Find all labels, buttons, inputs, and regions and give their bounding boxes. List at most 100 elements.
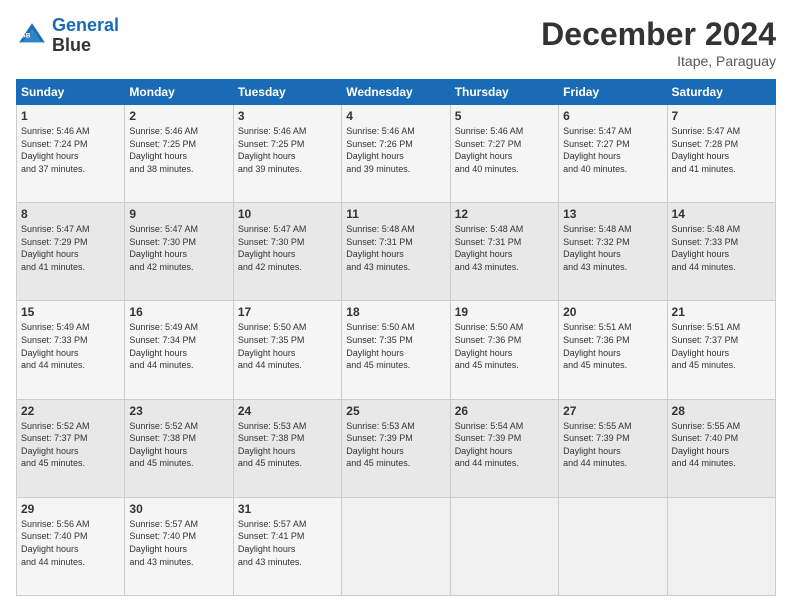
calendar-cell: 17 Sunrise: 5:50 AM Sunset: 7:35 PM Dayl… [233, 301, 341, 399]
calendar-cell: 13 Sunrise: 5:48 AM Sunset: 7:32 PM Dayl… [559, 203, 667, 301]
calendar-cell [450, 497, 558, 595]
calendar-cell: 11 Sunrise: 5:48 AM Sunset: 7:31 PM Dayl… [342, 203, 450, 301]
day-info: Sunrise: 5:48 AM Sunset: 7:32 PM Dayligh… [563, 223, 662, 273]
calendar-cell: 21 Sunrise: 5:51 AM Sunset: 7:37 PM Dayl… [667, 301, 775, 399]
calendar-cell: 12 Sunrise: 5:48 AM Sunset: 7:31 PM Dayl… [450, 203, 558, 301]
day-number: 8 [21, 207, 120, 221]
day-number: 21 [672, 305, 771, 319]
calendar-cell: 27 Sunrise: 5:55 AM Sunset: 7:39 PM Dayl… [559, 399, 667, 497]
day-info: Sunrise: 5:47 AM Sunset: 7:29 PM Dayligh… [21, 223, 120, 273]
logo-line2: Blue [52, 36, 119, 56]
day-info: Sunrise: 5:46 AM Sunset: 7:24 PM Dayligh… [21, 125, 120, 175]
calendar-cell: 23 Sunrise: 5:52 AM Sunset: 7:38 PM Dayl… [125, 399, 233, 497]
day-info: Sunrise: 5:57 AM Sunset: 7:40 PM Dayligh… [129, 518, 228, 568]
logo: GB General Blue [16, 16, 119, 56]
calendar-cell: 8 Sunrise: 5:47 AM Sunset: 7:29 PM Dayli… [17, 203, 125, 301]
calendar-week-4: 22 Sunrise: 5:52 AM Sunset: 7:37 PM Dayl… [17, 399, 776, 497]
day-number: 6 [563, 109, 662, 123]
day-info: Sunrise: 5:55 AM Sunset: 7:39 PM Dayligh… [563, 420, 662, 470]
day-number: 25 [346, 404, 445, 418]
day-number: 18 [346, 305, 445, 319]
calendar-cell: 16 Sunrise: 5:49 AM Sunset: 7:34 PM Dayl… [125, 301, 233, 399]
logo-line1: General [52, 15, 119, 35]
calendar-cell: 6 Sunrise: 5:47 AM Sunset: 7:27 PM Dayli… [559, 105, 667, 203]
day-number: 26 [455, 404, 554, 418]
calendar-cell: 19 Sunrise: 5:50 AM Sunset: 7:36 PM Dayl… [450, 301, 558, 399]
day-info: Sunrise: 5:48 AM Sunset: 7:31 PM Dayligh… [455, 223, 554, 273]
calendar-cell: 4 Sunrise: 5:46 AM Sunset: 7:26 PM Dayli… [342, 105, 450, 203]
day-info: Sunrise: 5:54 AM Sunset: 7:39 PM Dayligh… [455, 420, 554, 470]
col-wednesday: Wednesday [342, 80, 450, 105]
day-number: 14 [672, 207, 771, 221]
calendar-body: 1 Sunrise: 5:46 AM Sunset: 7:24 PM Dayli… [17, 105, 776, 596]
calendar-week-5: 29 Sunrise: 5:56 AM Sunset: 7:40 PM Dayl… [17, 497, 776, 595]
calendar-header: Sunday Monday Tuesday Wednesday Thursday… [17, 80, 776, 105]
day-info: Sunrise: 5:50 AM Sunset: 7:36 PM Dayligh… [455, 321, 554, 371]
day-info: Sunrise: 5:55 AM Sunset: 7:40 PM Dayligh… [672, 420, 771, 470]
col-tuesday: Tuesday [233, 80, 341, 105]
location: Itape, Paraguay [541, 53, 776, 69]
day-number: 7 [672, 109, 771, 123]
day-info: Sunrise: 5:53 AM Sunset: 7:39 PM Dayligh… [346, 420, 445, 470]
calendar-cell: 24 Sunrise: 5:53 AM Sunset: 7:38 PM Dayl… [233, 399, 341, 497]
day-info: Sunrise: 5:48 AM Sunset: 7:33 PM Dayligh… [672, 223, 771, 273]
calendar-cell: 26 Sunrise: 5:54 AM Sunset: 7:39 PM Dayl… [450, 399, 558, 497]
day-number: 29 [21, 502, 120, 516]
calendar-cell: 3 Sunrise: 5:46 AM Sunset: 7:25 PM Dayli… [233, 105, 341, 203]
day-number: 12 [455, 207, 554, 221]
day-info: Sunrise: 5:47 AM Sunset: 7:28 PM Dayligh… [672, 125, 771, 175]
calendar-cell [667, 497, 775, 595]
calendar-cell: 29 Sunrise: 5:56 AM Sunset: 7:40 PM Dayl… [17, 497, 125, 595]
day-number: 23 [129, 404, 228, 418]
day-info: Sunrise: 5:57 AM Sunset: 7:41 PM Dayligh… [238, 518, 337, 568]
month-title: December 2024 [541, 16, 776, 53]
col-friday: Friday [559, 80, 667, 105]
day-info: Sunrise: 5:50 AM Sunset: 7:35 PM Dayligh… [238, 321, 337, 371]
page: GB General Blue December 2024 Itape, Par… [0, 0, 792, 612]
col-sunday: Sunday [17, 80, 125, 105]
day-number: 27 [563, 404, 662, 418]
day-number: 13 [563, 207, 662, 221]
calendar-week-2: 8 Sunrise: 5:47 AM Sunset: 7:29 PM Dayli… [17, 203, 776, 301]
day-number: 24 [238, 404, 337, 418]
day-info: Sunrise: 5:46 AM Sunset: 7:25 PM Dayligh… [238, 125, 337, 175]
calendar-cell: 1 Sunrise: 5:46 AM Sunset: 7:24 PM Dayli… [17, 105, 125, 203]
calendar-cell: 2 Sunrise: 5:46 AM Sunset: 7:25 PM Dayli… [125, 105, 233, 203]
day-info: Sunrise: 5:53 AM Sunset: 7:38 PM Dayligh… [238, 420, 337, 470]
day-number: 11 [346, 207, 445, 221]
calendar-cell [342, 497, 450, 595]
day-info: Sunrise: 5:47 AM Sunset: 7:27 PM Dayligh… [563, 125, 662, 175]
calendar-week-1: 1 Sunrise: 5:46 AM Sunset: 7:24 PM Dayli… [17, 105, 776, 203]
calendar: Sunday Monday Tuesday Wednesday Thursday… [16, 79, 776, 596]
day-number: 15 [21, 305, 120, 319]
calendar-week-3: 15 Sunrise: 5:49 AM Sunset: 7:33 PM Dayl… [17, 301, 776, 399]
day-number: 10 [238, 207, 337, 221]
day-info: Sunrise: 5:52 AM Sunset: 7:37 PM Dayligh… [21, 420, 120, 470]
day-number: 17 [238, 305, 337, 319]
day-info: Sunrise: 5:49 AM Sunset: 7:34 PM Dayligh… [129, 321, 228, 371]
calendar-cell: 22 Sunrise: 5:52 AM Sunset: 7:37 PM Dayl… [17, 399, 125, 497]
calendar-cell: 25 Sunrise: 5:53 AM Sunset: 7:39 PM Dayl… [342, 399, 450, 497]
day-info: Sunrise: 5:50 AM Sunset: 7:35 PM Dayligh… [346, 321, 445, 371]
calendar-cell: 18 Sunrise: 5:50 AM Sunset: 7:35 PM Dayl… [342, 301, 450, 399]
calendar-cell: 14 Sunrise: 5:48 AM Sunset: 7:33 PM Dayl… [667, 203, 775, 301]
col-saturday: Saturday [667, 80, 775, 105]
title-area: December 2024 Itape, Paraguay [541, 16, 776, 69]
logo-icon: GB [16, 20, 48, 52]
header: GB General Blue December 2024 Itape, Par… [16, 16, 776, 69]
day-number: 3 [238, 109, 337, 123]
day-number: 31 [238, 502, 337, 516]
calendar-cell: 7 Sunrise: 5:47 AM Sunset: 7:28 PM Dayli… [667, 105, 775, 203]
header-row: Sunday Monday Tuesday Wednesday Thursday… [17, 80, 776, 105]
day-number: 9 [129, 207, 228, 221]
day-number: 2 [129, 109, 228, 123]
svg-text:GB: GB [21, 32, 31, 39]
day-number: 30 [129, 502, 228, 516]
day-info: Sunrise: 5:56 AM Sunset: 7:40 PM Dayligh… [21, 518, 120, 568]
day-info: Sunrise: 5:47 AM Sunset: 7:30 PM Dayligh… [238, 223, 337, 273]
calendar-cell: 30 Sunrise: 5:57 AM Sunset: 7:40 PM Dayl… [125, 497, 233, 595]
day-info: Sunrise: 5:47 AM Sunset: 7:30 PM Dayligh… [129, 223, 228, 273]
day-number: 4 [346, 109, 445, 123]
day-number: 1 [21, 109, 120, 123]
day-number: 5 [455, 109, 554, 123]
